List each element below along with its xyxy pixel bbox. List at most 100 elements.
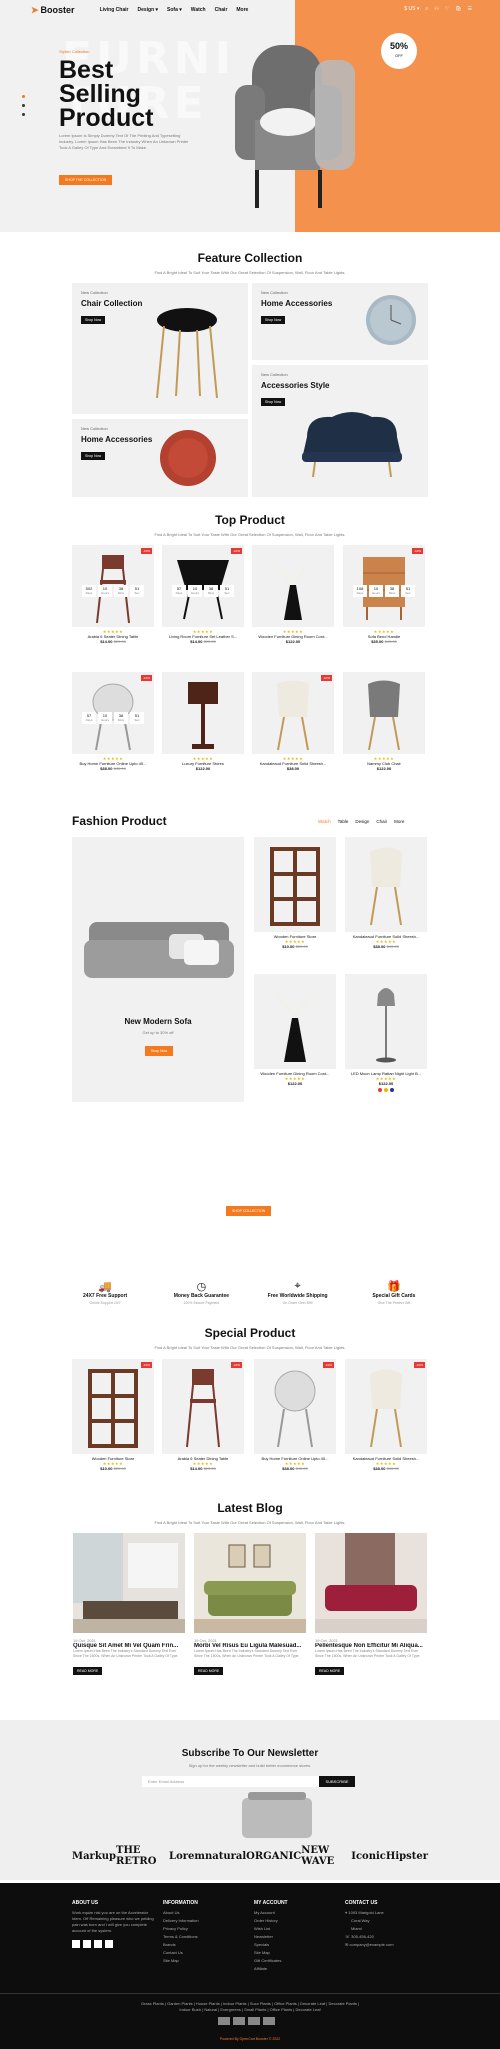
nav-item[interactable]: More <box>236 7 248 13</box>
product-card[interactable]: -10% 57 Days 10 Hours 38 Mins 51 Sec ★★★★★ Livi… <box>162 545 244 644</box>
read-more-button[interactable]: READ MORE <box>315 1667 345 1675</box>
paypal-icon <box>248 2017 260 2025</box>
currency-select[interactable]: $ US ▾ <box>404 6 419 12</box>
tab-chair[interactable]: Chair <box>376 819 387 824</box>
footer-link[interactable]: Contact Us <box>163 1949 199 1957</box>
color-swatch[interactable] <box>384 1088 388 1092</box>
brand-logo[interactable]: NEW WAVE <box>301 1845 351 1867</box>
brand-logo[interactable]: THE RETRO <box>116 1845 169 1867</box>
blog-post[interactable]: 19 Oct, 2021 Pellentesque Non Efficitur … <box>315 1533 427 1677</box>
product-card[interactable]: -10% ★★★★★ Kandaleaud Furniture Solid Sh… <box>252 672 334 771</box>
feature-card[interactable]: New Collection Home Accessories Shop Now <box>252 283 428 360</box>
email-line[interactable]: ✉ company@example.com <box>345 1941 394 1949</box>
tab-table[interactable]: Table <box>338 819 349 824</box>
footer-link[interactable]: About Us <box>163 1909 199 1917</box>
brand-logo[interactable]: Lorem <box>169 1851 205 1862</box>
footer-link[interactable]: Newsletter <box>254 1933 288 1941</box>
slider-dot[interactable] <box>22 104 25 107</box>
nav-item[interactable]: Watch <box>191 7 206 13</box>
logo[interactable]: ➤ Booster <box>31 5 75 16</box>
footer-link[interactable]: Specials <box>254 1941 288 1949</box>
menu-icon[interactable]: ☰ <box>468 6 472 12</box>
nav-item[interactable]: Living Chair <box>100 7 129 13</box>
product-card[interactable]: ★★★★★ Nammy Club Chair $122.00 <box>343 672 425 771</box>
product-card[interactable]: ★★★★★ Luxury Furniture Stores $122.00 <box>162 672 244 771</box>
fashion-title: Fashion Product <box>72 814 167 828</box>
footer-link[interactable]: Wish List <box>254 1925 288 1933</box>
tab-design[interactable]: Design <box>355 819 369 824</box>
cart-icon[interactable]: 🛍 <box>455 6 461 12</box>
blog-post[interactable]: 19 Oct, 2021 Quisque Sit Amet Mi Vel Qua… <box>73 1533 185 1677</box>
subscribe-button[interactable]: SUBSCRIBE <box>319 1776 355 1787</box>
footer-link[interactable]: Terms & Conditions <box>163 1933 199 1941</box>
shop-now-button[interactable]: Shop Now <box>261 398 286 406</box>
brand-logo[interactable]: Hipster <box>386 1851 428 1862</box>
footer-link[interactable]: Affiliate <box>254 1965 288 1973</box>
product-card[interactable]: Wooden Furniture Dining Room Cord... ★★★… <box>254 974 336 1086</box>
product-card[interactable]: -10% 108 Days 10 Hours 38 Mins 51 Sec ★★★★★ Sof… <box>343 545 425 644</box>
hero-title: Best Selling Product <box>59 56 154 132</box>
product-image <box>345 974 427 1069</box>
shop-collection-button[interactable]: SHOP COLLECTION <box>226 1206 272 1216</box>
brand-logo[interactable]: natural <box>205 1851 246 1862</box>
facebook-icon[interactable] <box>72 1940 80 1948</box>
brand-logo[interactable]: Markup <box>72 1851 116 1862</box>
site-header: ➤ Booster Living Chair Design ▾ Sofa ▾ Wa… <box>0 0 500 20</box>
brand-logo[interactable]: ORGANIC <box>246 1851 301 1862</box>
product-card[interactable]: -10% Arabia 6 Seater Dining Table ★★★★★ … <box>162 1359 244 1471</box>
shop-now-button[interactable]: Shop Now <box>81 452 106 460</box>
product-card[interactable]: LED Moon Lamp Rattan Night Light B... ★★… <box>345 974 427 1092</box>
product-card[interactable]: Kandaleaud Furniture Solid Sheesh... ★★★… <box>345 837 427 949</box>
pinterest-icon[interactable] <box>105 1940 113 1948</box>
product-card[interactable]: -10% Buy Home Furniture Online Upto 40..… <box>254 1359 336 1471</box>
feature-card[interactable]: New Collection Chair Collection Shop Now <box>72 283 248 414</box>
feature-card[interactable]: New Collection Accessories Style Shop No… <box>252 365 428 497</box>
footer-divider <box>0 1993 500 1994</box>
product-card[interactable]: -10% 502 Days 10 Hours 38 Mins 51 Sec ★★★★★ Ara… <box>72 545 154 644</box>
twitter-icon[interactable] <box>83 1940 91 1948</box>
email-input[interactable]: Enter Email Address <box>142 1776 319 1787</box>
shop-now-button[interactable]: Shop Now <box>145 1046 174 1056</box>
footer-link[interactable]: Gift Certificates <box>254 1957 288 1965</box>
product-card[interactable]: -10% Wooden Furniture Store ★★★★★ $10.00… <box>72 1359 154 1471</box>
footer-link[interactable]: Site Map <box>163 1957 199 1965</box>
product-card[interactable]: ★★★★★ Wooden Furniture Dining Room Cord.… <box>252 545 334 644</box>
shop-now-button[interactable]: Shop Now <box>81 316 106 324</box>
product-card[interactable]: -10% Kandaleaud Furniture Solid Sheesh..… <box>345 1359 427 1471</box>
wishlist-icon[interactable]: ♡ <box>445 6 449 12</box>
footer-link[interactable]: Delivery Information <box>163 1917 199 1925</box>
nav-item[interactable]: Sofa ▾ <box>167 7 182 13</box>
footer-link[interactable]: Brands <box>163 1941 199 1949</box>
color-swatch[interactable] <box>378 1088 382 1092</box>
shop-collection-button[interactable]: SHOP THE COLLECTION <box>59 175 113 185</box>
product-card[interactable]: Wooden Furniture Store ★★★★★ $10.00 $20.… <box>254 837 336 949</box>
phone-line[interactable]: ☏ 305-456-420 <box>345 1933 394 1941</box>
search-icon[interactable]: ⌕ <box>425 6 428 12</box>
read-more-button[interactable]: READ MORE <box>194 1667 224 1675</box>
product-card[interactable]: -10% 57 Days 10 Hours 38 Mins 51 Sec ★★★★★ Buy … <box>72 672 154 771</box>
promo-banner[interactable]: New Modern Sofa Get up to 30% off Shop N… <box>72 837 244 1102</box>
product-price: $38.00 $45.00 <box>100 766 126 771</box>
instagram-icon[interactable] <box>94 1940 102 1948</box>
slider-dot[interactable] <box>22 95 25 98</box>
nav-item[interactable]: Design ▾ <box>137 7 158 13</box>
footer-link[interactable]: Privacy Policy <box>163 1925 199 1933</box>
sale-badge: -10% <box>413 1362 425 1368</box>
footer-link[interactable]: Site Map <box>254 1949 288 1957</box>
brand-logo[interactable]: Iconic <box>351 1851 386 1862</box>
slider-dot[interactable] <box>22 113 25 116</box>
user-icon[interactable]: ⚇ <box>434 6 438 12</box>
shop-now-button[interactable]: Shop Now <box>261 316 286 324</box>
footer-link[interactable]: My Account <box>254 1909 288 1917</box>
tab-more[interactable]: More <box>394 819 404 824</box>
blog-post[interactable]: 19 Oct, 2021 Morbi Vel Risus Eu Ligula M… <box>194 1533 306 1677</box>
footer-link[interactable]: Order History <box>254 1917 288 1925</box>
color-swatch[interactable] <box>390 1088 394 1092</box>
blog-desc: Find A Bright Ideal To Suit Your Taste W… <box>154 1520 346 1525</box>
tab-watch[interactable]: Watch <box>318 819 331 824</box>
nav-item[interactable]: Chair <box>215 7 228 13</box>
blog-image <box>315 1533 427 1633</box>
footer-tags[interactable]: Grass Plants | Garden Plants | House Pla… <box>0 2001 500 2013</box>
read-more-button[interactable]: READ MORE <box>73 1667 103 1675</box>
feature-card[interactable]: New Collection Home Accessories Shop Now <box>72 419 248 497</box>
